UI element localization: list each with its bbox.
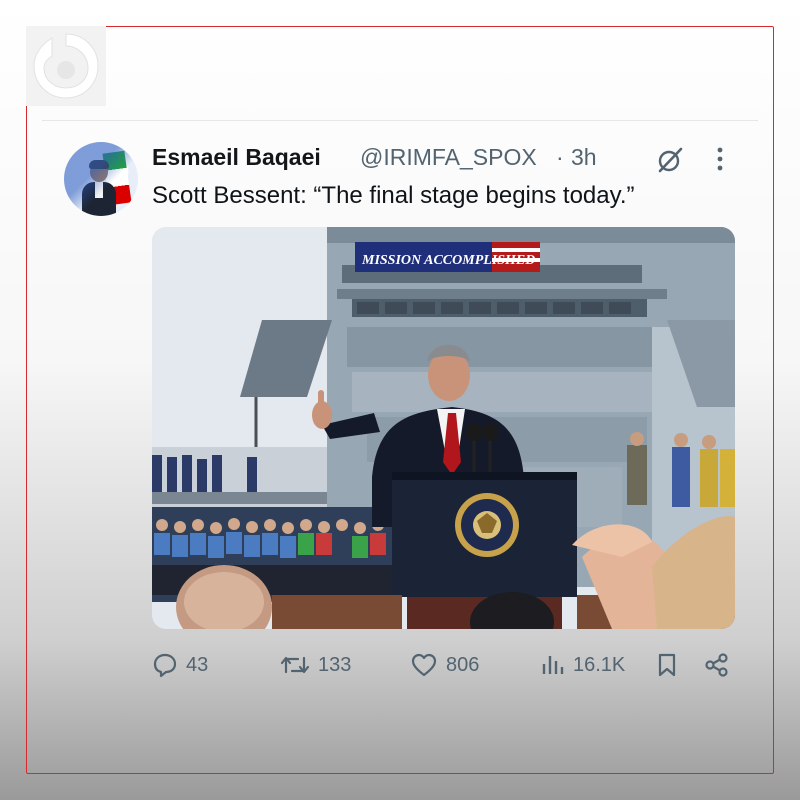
like-icon bbox=[411, 653, 437, 677]
photo-illustration: MISSION ACCOMPLISHED bbox=[152, 227, 735, 629]
retweet-icon bbox=[280, 656, 310, 674]
share-icon bbox=[705, 653, 728, 677]
bookmark-icon bbox=[658, 653, 676, 677]
reply-button[interactable]: 43 bbox=[152, 650, 208, 680]
separator-dot: · bbox=[556, 144, 564, 170]
tweet-text: Scott Bessent: “The final stage begins t… bbox=[152, 182, 635, 209]
author-handle[interactable]: @IRIMFA_SPOX bbox=[360, 144, 537, 171]
post-time[interactable]: 3h bbox=[571, 144, 597, 171]
retweet-count: 133 bbox=[318, 653, 352, 676]
grok-icon[interactable] bbox=[656, 146, 684, 174]
more-icon[interactable] bbox=[712, 146, 728, 172]
mission-banner: MISSION ACCOMPLISHED bbox=[355, 242, 540, 272]
like-button[interactable]: 806 bbox=[410, 650, 479, 680]
views-count: 16.1K bbox=[573, 653, 626, 676]
bookmark-button[interactable] bbox=[656, 650, 678, 680]
reply-icon bbox=[153, 653, 177, 678]
author-name[interactable]: Esmaeil Baqaei bbox=[152, 144, 321, 171]
views-icon bbox=[542, 656, 564, 674]
share-button[interactable] bbox=[704, 650, 730, 680]
banner-text: MISSION ACCOMPLISHED bbox=[361, 253, 535, 268]
retweet-button[interactable]: 133 bbox=[280, 650, 351, 680]
like-count: 806 bbox=[446, 653, 480, 676]
channel-logo-icon bbox=[26, 26, 106, 106]
views-button[interactable]: 16.1K bbox=[541, 650, 625, 680]
reply-count: 43 bbox=[186, 653, 209, 676]
tweet-photo[interactable]: MISSION ACCOMPLISHED bbox=[152, 227, 735, 629]
actions-bar: 43 133 806 16.1K bbox=[152, 650, 742, 680]
avatar[interactable] bbox=[64, 142, 138, 216]
